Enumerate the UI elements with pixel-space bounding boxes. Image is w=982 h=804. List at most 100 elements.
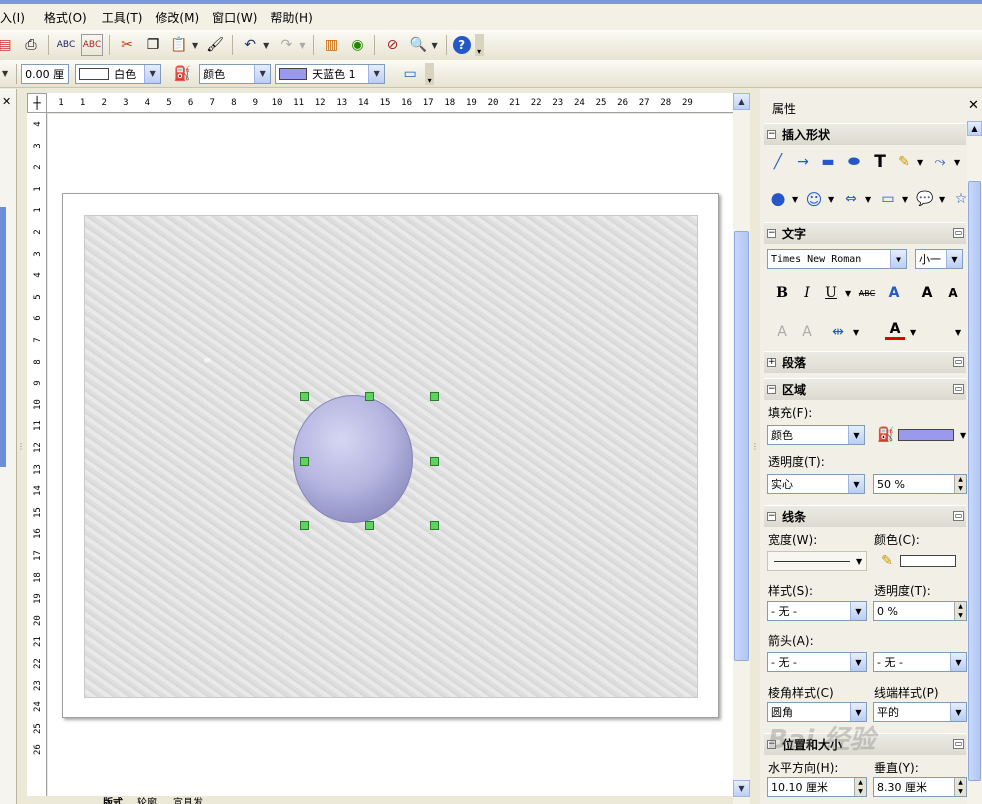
line-transparency-spin[interactable]: 0 % ▲ ▼ <box>873 601 967 621</box>
chevron-down-icon[interactable]: ▼ <box>848 475 864 493</box>
flowchart-dropdown-icon[interactable]: ▼ <box>902 195 908 204</box>
font-name-select[interactable]: Times New Roman ▼ <box>767 249 907 269</box>
circle-shape[interactable] <box>293 395 413 523</box>
shadow-icon[interactable]: ▭ <box>399 63 421 85</box>
italic-icon[interactable]: I <box>797 283 817 303</box>
tab-layout[interactable]: 版式 <box>103 796 123 804</box>
chevron-down-icon[interactable]: ▼ <box>368 64 385 83</box>
collapse-icon[interactable]: − <box>767 385 776 394</box>
decrease-font-icon[interactable]: A <box>943 283 963 303</box>
more-options-icon[interactable]: ▭ <box>953 511 964 521</box>
area-color-select[interactable]: 天蓝色 1 ▼ <box>275 63 386 84</box>
block-arrows-icon[interactable]: ⇔ <box>841 189 861 209</box>
menu-format[interactable]: 格式(O) <box>44 9 96 26</box>
collapse-icon[interactable]: − <box>767 512 776 521</box>
drawing-workspace[interactable] <box>48 114 733 796</box>
superscript-icon[interactable]: A <box>772 322 792 342</box>
font-color-dropdown-icon[interactable]: ▼ <box>910 328 916 337</box>
toolbar-overflow-icon[interactable]: ▾ <box>474 34 484 56</box>
print-icon[interactable]: ⎙ <box>20 34 42 56</box>
fill-color-swatch[interactable] <box>898 429 954 441</box>
zoom-icon[interactable]: 🔍 <box>407 34 429 56</box>
paste-dropdown-icon[interactable]: ▼ <box>192 41 198 50</box>
toolbar-overflow-icon[interactable]: ▾ <box>425 62 435 85</box>
scroll-up-icon[interactable]: ▲ <box>967 121 982 136</box>
connector-dropdown-icon[interactable]: ▼ <box>954 158 960 167</box>
spreadsheet-icon[interactable]: ◉ <box>346 34 368 56</box>
redo-icon[interactable]: ↷ <box>275 34 297 56</box>
symbol-shapes-dropdown-icon[interactable]: ▼ <box>828 195 834 204</box>
fill-color-dropdown-icon[interactable]: ▼ <box>960 431 966 440</box>
line-width-select[interactable]: ▼ <box>767 551 867 571</box>
scroll-up-icon[interactable]: ▲ <box>733 93 750 110</box>
chevron-down-icon[interactable]: ▼ <box>856 557 862 566</box>
fill-bucket-icon[interactable]: ⛽ <box>876 425 896 445</box>
increase-font-icon[interactable]: A <box>917 283 937 303</box>
area-fill-icon[interactable]: ⛽ <box>171 63 193 85</box>
basic-shapes-dropdown-icon[interactable]: ▼ <box>792 195 798 204</box>
menu-modify[interactable]: 修改(M) <box>155 9 208 26</box>
connector-tool-icon[interactable]: ⤳ <box>930 152 950 172</box>
undo-icon[interactable]: ↶ <box>239 34 261 56</box>
section-area[interactable]: − 区域 ▭ <box>764 378 966 400</box>
line-width-spin[interactable]: 0.00 厘 <box>21 63 70 84</box>
basic-shapes-icon[interactable]: ● <box>768 189 788 209</box>
chevron-down-icon[interactable]: ▼ <box>890 250 906 268</box>
spellcheck-icon[interactable]: ABC <box>55 34 77 56</box>
selection-handle-top-right[interactable] <box>430 392 439 401</box>
tab-outline[interactable]: 轮廓 <box>137 796 157 804</box>
slide-thumbnail[interactable] <box>0 207 6 467</box>
chevron-down-icon[interactable]: ▼ <box>144 64 161 83</box>
expand-icon[interactable]: + <box>767 358 776 367</box>
line-color-swatch[interactable] <box>900 555 956 567</box>
section-line[interactable]: − 线条 ▭ <box>764 505 966 527</box>
arrow-start-select[interactable]: - 无 - ▼ <box>767 652 867 672</box>
sidebar-scrollbar[interactable]: ▲ <box>967 121 982 804</box>
scroll-thumb[interactable] <box>734 231 749 661</box>
transparency-mode-select[interactable]: 实心 ▼ <box>767 474 865 494</box>
collapse-icon[interactable]: − <box>767 130 776 139</box>
spacing-dropdown-icon[interactable]: ▼ <box>853 328 859 337</box>
menu-help[interactable]: 帮助(H) <box>270 9 321 26</box>
format-paintbrush-icon[interactable]: 🖌 <box>204 34 226 56</box>
line-style-select[interactable]: - 无 - ▼ <box>767 601 867 621</box>
more-options-icon[interactable]: ▭ <box>953 228 964 238</box>
character-spacing-icon[interactable]: ⇹ <box>828 322 848 342</box>
help-icon[interactable]: ? <box>452 36 471 54</box>
section-paragraph[interactable]: + 段落 ▭ <box>764 351 966 373</box>
spin-arrows-icon[interactable]: ▲ ▼ <box>954 602 966 620</box>
horizontal-ruler[interactable]: 1 1 2 3 4 5 6 7 8 9 10 11 12 13 14 15 16 17 18 19 20 21 22 23 24… <box>47 93 733 113</box>
menu-window[interactable]: 窗口(W) <box>212 9 266 26</box>
chevron-down-icon[interactable]: ▼ <box>848 426 864 444</box>
block-arrows-dropdown-icon[interactable]: ▼ <box>865 195 871 204</box>
zoom-dropdown-icon[interactable]: ▼ <box>431 41 437 50</box>
navigator-icon[interactable]: ⊘ <box>381 34 403 56</box>
symbol-shapes-icon[interactable]: ☺ <box>804 189 824 209</box>
section-insert-shapes[interactable]: − 插入形状 <box>764 123 966 145</box>
more-options-icon[interactable]: ▭ <box>953 357 964 367</box>
underline-dropdown-icon[interactable]: ▼ <box>845 289 851 298</box>
subscript-icon[interactable]: A <box>797 322 817 342</box>
shadow-text-icon[interactable]: A <box>884 283 904 303</box>
chevron-down-icon[interactable]: ▼ <box>950 653 966 671</box>
paste-icon[interactable]: 📋 <box>168 34 190 56</box>
selection-handle-right[interactable] <box>430 457 439 466</box>
rectangle-tool-icon[interactable]: ▬ <box>818 152 838 172</box>
line-tool-icon[interactable]: ╱ <box>768 152 788 172</box>
section-text[interactable]: − 文字 ▭ <box>764 222 966 244</box>
menu-tools[interactable]: 工具(T) <box>102 9 152 26</box>
selection-handle-bottom-left[interactable] <box>300 521 309 530</box>
area-style-select[interactable]: 颜色 ▼ <box>199 63 272 84</box>
strikethrough-icon[interactable]: ABC <box>857 283 877 303</box>
callouts-dropdown-icon[interactable]: ▼ <box>939 195 945 204</box>
underline-icon[interactable]: U <box>821 283 841 303</box>
right-splitter[interactable]: ⋮ <box>750 89 760 804</box>
chart-icon[interactable]: ▥ <box>320 34 342 56</box>
more-options-icon[interactable]: ▭ <box>953 739 964 749</box>
selection-handle-top-left[interactable] <box>300 392 309 401</box>
ellipse-tool-icon[interactable]: ⬬ <box>844 152 864 172</box>
chevron-down-icon[interactable]: ▼ <box>850 653 866 671</box>
chevron-down-icon[interactable]: ▼ <box>254 64 271 83</box>
line-color-select[interactable]: 白色 ▼ <box>75 63 162 84</box>
highlight-dropdown-icon[interactable]: ▼ <box>955 328 961 337</box>
